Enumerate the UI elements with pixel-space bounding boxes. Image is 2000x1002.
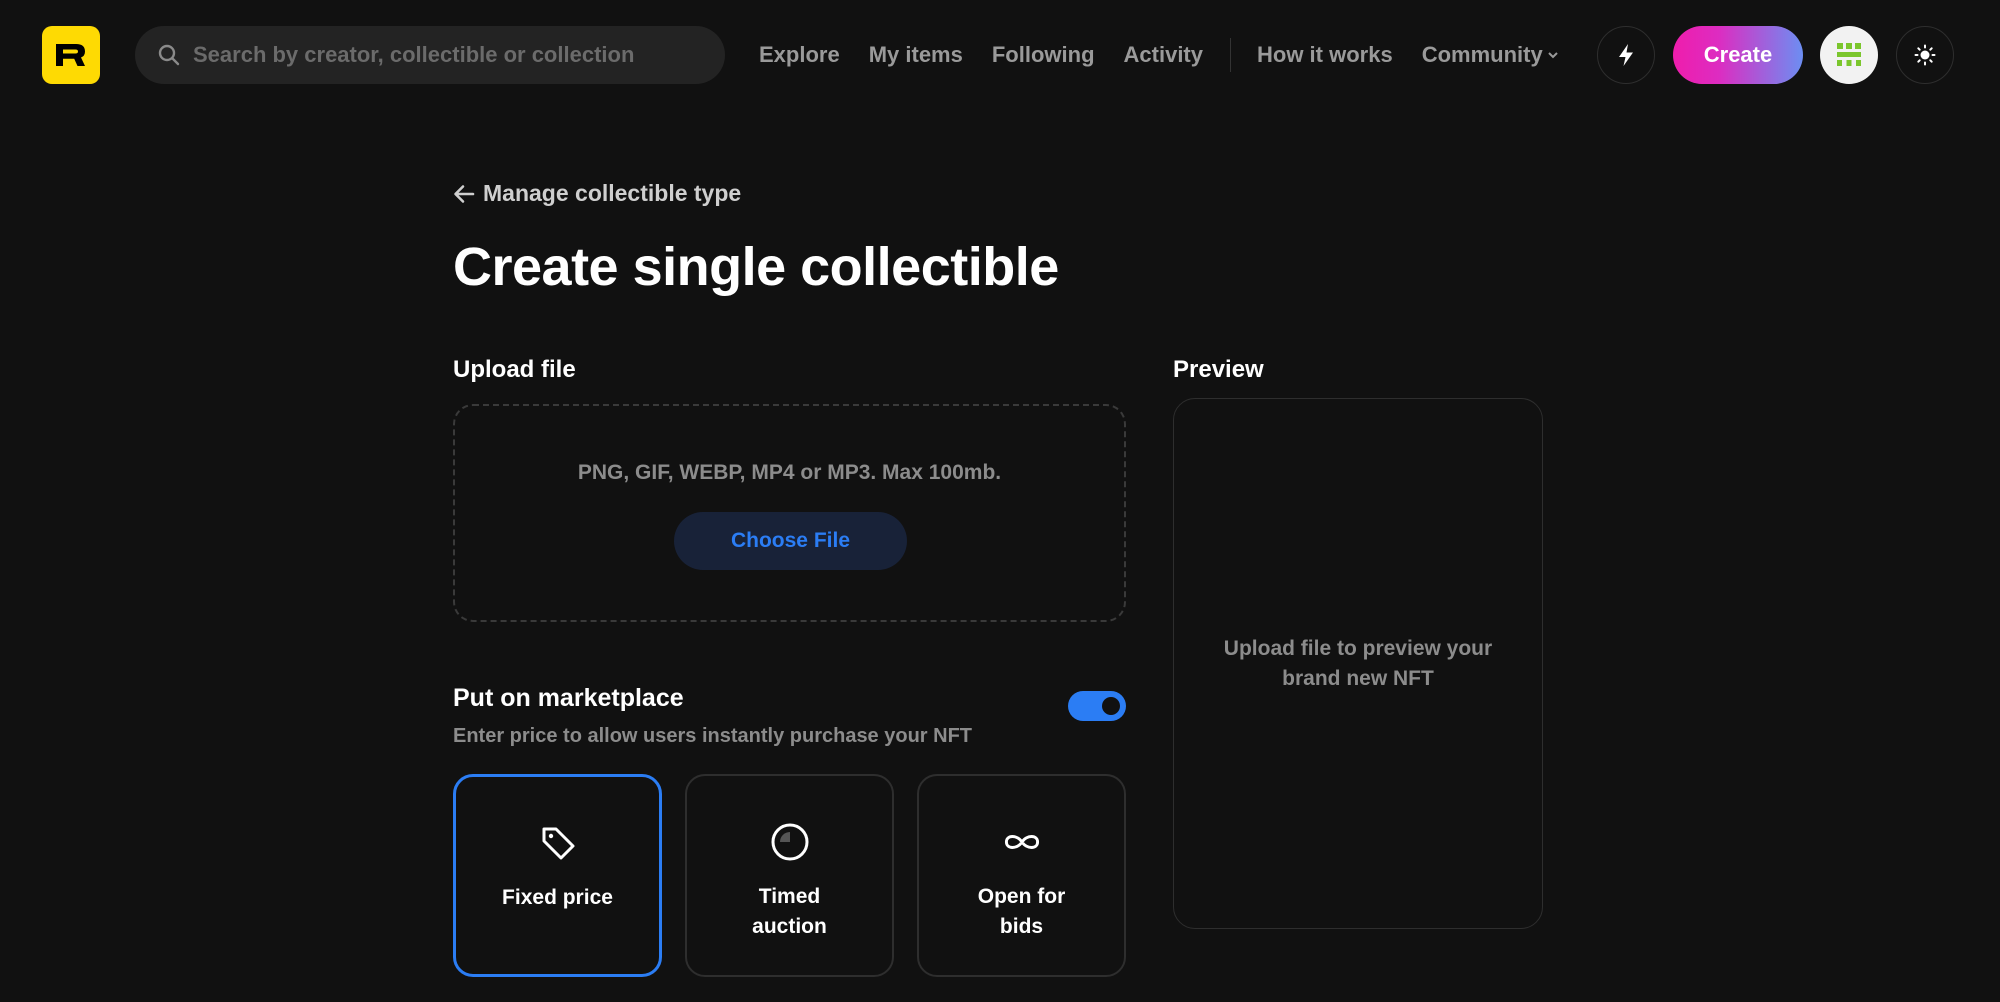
marketplace-description: Enter price to allow users instantly pur… — [453, 725, 973, 747]
search-bar[interactable] — [135, 26, 725, 84]
nav-community[interactable]: Community — [1422, 42, 1543, 68]
rarible-logo[interactable] — [42, 26, 100, 84]
preview-placeholder-text: Upload file to preview your brand new NF… — [1223, 637, 1493, 690]
rarible-logo-icon — [56, 44, 85, 66]
top-navigation-bar: Explore My items Following Activity How … — [0, 0, 2000, 110]
nav-divider — [1230, 38, 1231, 72]
nav-my-items[interactable]: My items — [869, 42, 963, 68]
nav-explore[interactable]: Explore — [759, 42, 840, 68]
avatar-icon — [1837, 43, 1861, 66]
option-timed-auction[interactable]: Timed auction — [685, 774, 894, 977]
nav-following[interactable]: Following — [992, 42, 1095, 68]
marketplace-toggle[interactable] — [1068, 691, 1126, 721]
search-icon — [157, 43, 181, 67]
option-label: Fixed price — [502, 886, 613, 909]
lightning-icon — [1619, 44, 1633, 66]
choose-file-button[interactable]: Choose File — [674, 512, 907, 570]
clock-icon — [768, 820, 812, 864]
upload-file-label: Upload file — [453, 356, 576, 383]
activity-lightning-button[interactable] — [1597, 26, 1655, 84]
chevron-down-icon — [1547, 46, 1558, 64]
avatar[interactable] — [1820, 26, 1878, 84]
create-button[interactable]: Create — [1673, 26, 1803, 84]
nav-community-dropdown[interactable]: Community — [1422, 42, 1558, 68]
marketplace-title: Put on marketplace — [453, 684, 684, 712]
theme-toggle-button[interactable] — [1896, 26, 1954, 84]
back-link-label[interactable]: Manage collectible type — [483, 180, 741, 207]
option-fixed-price[interactable]: Fixed price — [453, 774, 662, 977]
nav-how-it-works[interactable]: How it works — [1257, 42, 1393, 68]
back-link[interactable]: Manage collectible type — [453, 180, 741, 207]
main-nav: Explore My items Following Activity How … — [759, 26, 1558, 84]
option-open-for-bids[interactable]: Open for bids — [917, 774, 1126, 977]
sun-icon — [1914, 44, 1936, 66]
nav-activity[interactable]: Activity — [1124, 42, 1203, 68]
option-label: Open for bids — [977, 885, 1066, 938]
toggle-knob — [1102, 697, 1120, 715]
search-input[interactable] — [191, 41, 711, 69]
file-format-hint: PNG, GIF, WEBP, MP4 or MP3. Max 100mb. — [577, 461, 1002, 484]
preview-label: Preview — [1173, 356, 1264, 383]
preview-card: Upload file to preview your brand new NF… — [1173, 398, 1543, 929]
page-title: Create single collectible — [453, 237, 1059, 297]
infinity-icon — [1000, 820, 1044, 864]
file-dropzone[interactable]: PNG, GIF, WEBP, MP4 or MP3. Max 100mb. C… — [453, 404, 1126, 622]
option-label: Timed auction — [752, 885, 827, 938]
arrow-left-icon — [453, 184, 475, 204]
price-tag-icon — [536, 821, 580, 865]
